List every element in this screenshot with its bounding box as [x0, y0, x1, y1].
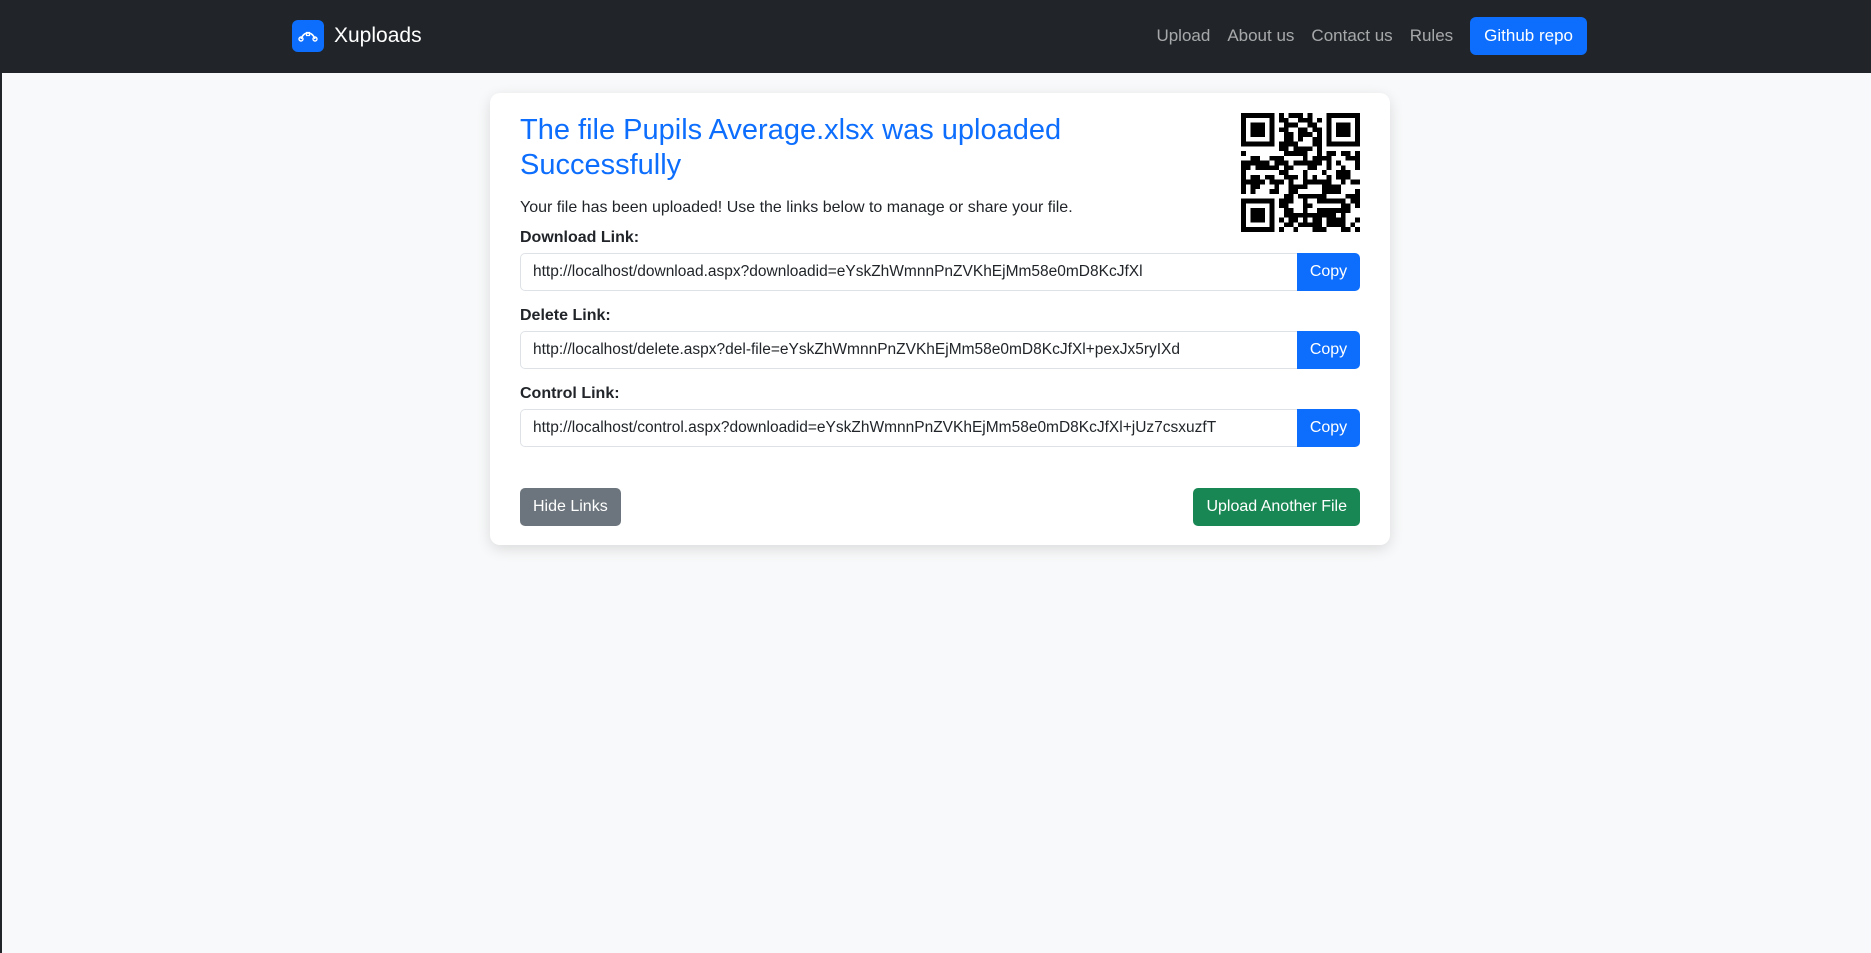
control-link-group: Control Link: Copy — [520, 385, 1360, 447]
top-navbar: Xuploads Upload About us Contact us Rule… — [2, 0, 1871, 73]
page-frame: Xuploads Upload About us Contact us Rule… — [0, 0, 1871, 953]
upload-success-title: The file Pupils Average.xlsx was uploade… — [520, 114, 1062, 181]
nav-upload-link[interactable]: Upload — [1156, 26, 1210, 46]
brand-link[interactable]: Xuploads — [292, 20, 422, 52]
upload-result-card: The file Pupils Average.xlsx was uploade… — [490, 93, 1390, 545]
brand-name: Xuploads — [334, 24, 422, 47]
control-link-label: Control Link: — [520, 385, 620, 402]
nav-contact-link[interactable]: Contact us — [1311, 26, 1392, 46]
qr-code-icon — [1241, 113, 1360, 232]
download-link-group: Download Link: Copy — [520, 229, 1360, 291]
delete-link-row: Copy — [520, 331, 1360, 369]
download-link-label: Download Link: — [520, 229, 640, 246]
control-link-input[interactable] — [520, 409, 1297, 447]
copy-download-link-button[interactable]: Copy — [1297, 253, 1360, 291]
download-link-input[interactable] — [520, 253, 1297, 291]
upload-success-message: Your file has been uploaded! Use the lin… — [520, 199, 1073, 216]
nav-links: Upload About us Contact us Rules Github … — [1139, 17, 1587, 55]
delete-link-label: Delete Link: — [520, 307, 611, 324]
delete-link-input[interactable] — [520, 331, 1297, 369]
control-link-row: Copy — [520, 409, 1360, 447]
nav-about-link[interactable]: About us — [1227, 26, 1294, 46]
copy-control-link-button[interactable]: Copy — [1297, 409, 1360, 447]
github-repo-button[interactable]: Github repo — [1470, 17, 1587, 55]
nav-rules-link[interactable]: Rules — [1410, 26, 1453, 46]
delete-link-group: Delete Link: Copy — [520, 307, 1360, 369]
copy-delete-link-button[interactable]: Copy — [1297, 331, 1360, 369]
download-link-row: Copy — [520, 253, 1360, 291]
upload-another-file-button[interactable]: Upload Another File — [1193, 488, 1360, 526]
network-curve-icon — [292, 20, 324, 52]
hide-links-button[interactable]: Hide Links — [520, 488, 621, 526]
